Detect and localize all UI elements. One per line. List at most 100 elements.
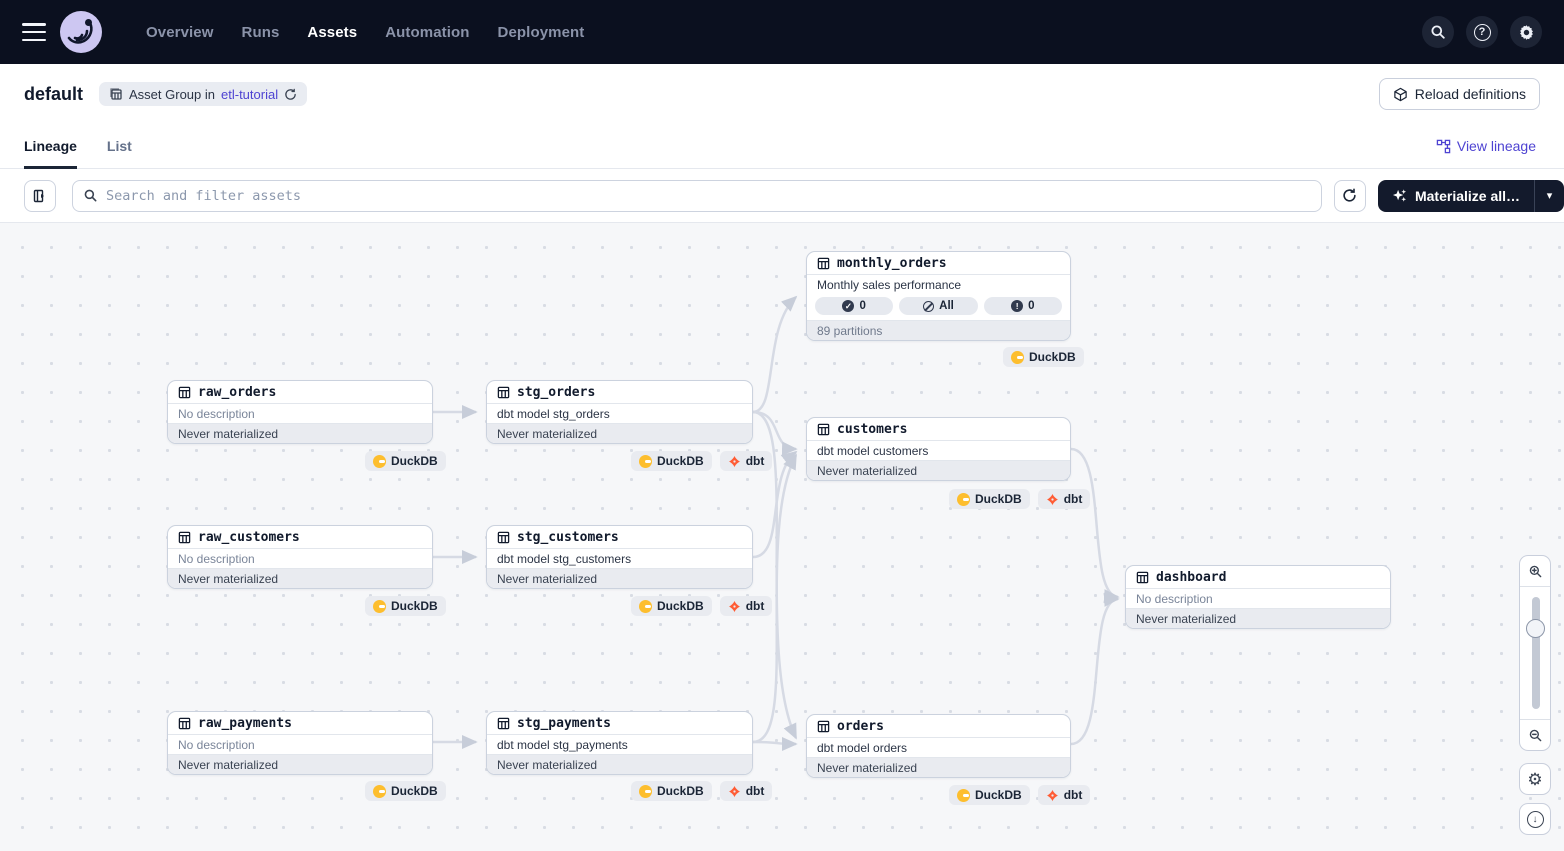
zoom-control-panel [1519, 555, 1551, 751]
page-header: default Asset Group in etl-tutorial Relo… [0, 64, 1564, 124]
asset-node-raw_payments[interactable]: raw_payments No description Never materi… [167, 711, 433, 775]
kind-badge-dbt[interactable]: dbt [1038, 489, 1091, 509]
asset-description: dbt model orders [807, 738, 1070, 757]
nav-automation[interactable]: Automation [385, 24, 469, 41]
asset-node-monthly_orders[interactable]: monthly_orders Monthly sales performance… [806, 251, 1071, 341]
lineage-toolbar: Materialize all… ▾ [0, 169, 1564, 223]
asset-node-stg_customers[interactable]: stg_customers dbt model stg_customers Ne… [486, 525, 753, 589]
zoom-out-icon [1528, 728, 1543, 743]
checks-pill[interactable]: ✓ 0 [815, 297, 893, 315]
asset-description: dbt model stg_orders [487, 404, 752, 423]
materialize-all-label: Materialize all… [1415, 188, 1520, 204]
edge-orders-dashboard [1071, 599, 1118, 744]
nav-overview[interactable]: Overview [146, 24, 214, 41]
table-icon [497, 386, 510, 399]
page-title: default [24, 84, 83, 105]
kind-badge-duckdb[interactable]: DuckDB [631, 451, 712, 471]
kind-badge-dbt[interactable]: dbt [720, 596, 773, 616]
materialize-all-button[interactable]: Materialize all… [1378, 180, 1534, 212]
zoom-slider[interactable] [1520, 586, 1550, 720]
nav-deployment[interactable]: Deployment [498, 24, 585, 41]
edge-stg_orders-customers [753, 412, 796, 449]
code-location-link[interactable]: etl-tutorial [221, 87, 278, 102]
tab-list[interactable]: List [107, 124, 132, 168]
asset-title: stg_payments [517, 716, 611, 731]
view-lineage-link[interactable]: View lineage [1436, 138, 1536, 154]
dagster-logo[interactable] [60, 11, 102, 53]
kind-badge-duckdb[interactable]: DuckDB [949, 785, 1030, 805]
asset-status: Never materialized [487, 568, 752, 588]
hamburger-menu-icon[interactable] [22, 23, 46, 41]
reload-definitions-button[interactable]: Reload definitions [1379, 78, 1540, 110]
asset-description: No description [168, 404, 432, 423]
zoom-out-button[interactable] [1520, 720, 1550, 750]
asset-group-pill: Asset Group in etl-tutorial [99, 82, 307, 106]
kind-badge-duckdb[interactable]: DuckDB [365, 596, 446, 616]
help-icon[interactable]: ? [1466, 16, 1498, 48]
asset-group-label: Asset Group in [129, 87, 215, 102]
asset-node-stg_orders[interactable]: stg_orders dbt model stg_orders Never ma… [486, 380, 753, 444]
dbt-icon [728, 600, 741, 613]
asset-title: dashboard [1156, 570, 1226, 585]
warnings-pill[interactable]: ! 0 [984, 297, 1062, 315]
refresh-icon [1342, 188, 1357, 203]
kind-badge-duckdb[interactable]: DuckDB [631, 596, 712, 616]
asset-node-customers[interactable]: customers dbt model customers Never mate… [806, 417, 1071, 481]
kind-badge-duckdb[interactable]: DuckDB [949, 489, 1030, 509]
dbt-icon [728, 785, 741, 798]
search-icon[interactable] [1422, 16, 1454, 48]
dbt-icon [1046, 493, 1059, 506]
asset-node-raw_orders[interactable]: raw_orders No description Never material… [167, 380, 433, 444]
nav-runs[interactable]: Runs [242, 24, 280, 41]
asset-status: Never materialized [487, 754, 752, 774]
asset-title: monthly_orders [837, 256, 947, 271]
table-icon [817, 423, 830, 436]
graph-settings-button[interactable]: ⚙ [1519, 763, 1551, 795]
download-image-button[interactable]: ↓ [1519, 803, 1551, 835]
duckdb-icon [957, 789, 970, 802]
zoom-slider-thumb[interactable] [1526, 619, 1545, 638]
zoom-slider-track[interactable] [1532, 597, 1540, 709]
asset-node-stg_payments[interactable]: stg_payments dbt model stg_payments Neve… [486, 711, 753, 775]
materialize-options-caret[interactable]: ▾ [1534, 180, 1564, 212]
zoom-in-button[interactable] [1520, 556, 1550, 586]
settings-gear-icon[interactable] [1510, 16, 1542, 48]
asset-node-orders[interactable]: orders dbt model orders Never materializ… [806, 714, 1071, 778]
search-input[interactable] [106, 188, 1311, 204]
table-icon [497, 531, 510, 544]
asset-description: dbt model stg_payments [487, 735, 752, 754]
asset-search-box [72, 180, 1322, 212]
kind-badge-duckdb[interactable]: DuckDB [1003, 347, 1084, 367]
lineage-canvas[interactable]: monthly_orders Monthly sales performance… [0, 223, 1564, 851]
kind-badge-duckdb[interactable]: DuckDB [631, 781, 712, 801]
asset-description: dbt model customers [807, 441, 1070, 460]
dbt-icon [1046, 789, 1059, 802]
table-copy-icon [109, 87, 123, 101]
asset-status: Never materialized [168, 754, 432, 774]
freshness-pill[interactable]: All [899, 297, 977, 315]
nav-assets[interactable]: Assets [307, 24, 357, 41]
kind-badge-duckdb[interactable]: DuckDB [365, 781, 446, 801]
asset-description: No description [168, 735, 432, 754]
kind-badge-dbt[interactable]: dbt [1038, 785, 1091, 805]
kind-badge-duckdb[interactable]: DuckDB [365, 451, 446, 471]
kind-badge-dbt[interactable]: dbt [720, 781, 773, 801]
asset-title: orders [837, 719, 884, 734]
zoom-in-icon [1528, 564, 1543, 579]
edge-stg_orders-monthly_orders [753, 297, 796, 412]
tab-lineage[interactable]: Lineage [24, 124, 77, 168]
sidebar-toggle-button[interactable] [24, 180, 56, 212]
logo-eye [85, 19, 92, 26]
duckdb-icon [639, 600, 652, 613]
duckdb-icon [957, 493, 970, 506]
asset-title: raw_customers [198, 530, 300, 545]
view-lineage-label: View lineage [1457, 138, 1536, 154]
asset-node-dashboard[interactable]: dashboard No description Never materiali… [1125, 565, 1391, 629]
sync-status-icon[interactable] [284, 88, 297, 101]
kind-badge-dbt[interactable]: dbt [720, 451, 773, 471]
edge-stg_payments-orders [753, 742, 796, 744]
lineage-graph-icon [1436, 139, 1451, 154]
asset-node-raw_customers[interactable]: raw_customers No description Never mater… [167, 525, 433, 589]
asset-partitions: 89 partitions [807, 320, 1070, 340]
refresh-button[interactable] [1334, 180, 1366, 212]
